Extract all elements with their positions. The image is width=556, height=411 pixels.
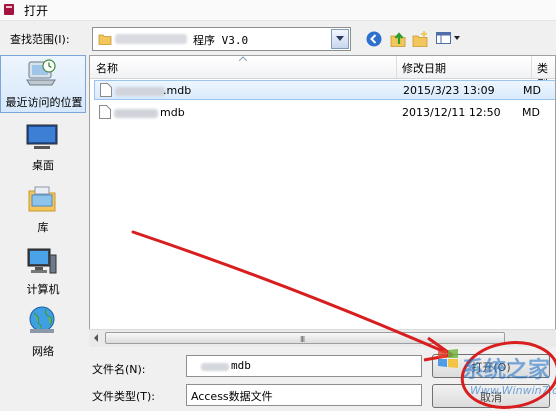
lookin-dropdown-button[interactable]	[331, 29, 349, 49]
file-name: mdb	[160, 106, 185, 119]
title-bar: 打开	[0, 0, 556, 21]
library-icon	[28, 186, 56, 212]
file-icon	[99, 105, 111, 119]
lookin-combobox[interactable]: 程序 V3.0	[92, 27, 351, 51]
place-computer[interactable]: 计算机	[0, 245, 86, 297]
lookin-path: 程序 V3.0	[193, 34, 249, 47]
place-label: 库	[37, 221, 49, 234]
file-date: 2015/3/23 13:09	[403, 84, 495, 97]
column-header-bar: 名称 修改日期 类型	[90, 56, 555, 91]
window-title: 打开	[24, 4, 49, 18]
folder-icon	[98, 34, 112, 45]
computer-icon	[27, 248, 57, 274]
filename-field[interactable]: mdb	[186, 355, 422, 377]
recent-places-icon	[26, 59, 56, 86]
file-icon	[100, 83, 112, 97]
network-icon	[29, 306, 55, 333]
access-app-icon	[4, 4, 14, 15]
place-recent[interactable]: 最近访问的位置	[0, 55, 86, 113]
path-redacted	[115, 34, 187, 44]
horizontal-scrollbar[interactable]: III	[89, 329, 556, 347]
filetype-select[interactable]: Access数据文件	[186, 384, 422, 406]
place-label: 桌面	[32, 159, 54, 172]
column-divider[interactable]	[531, 56, 532, 78]
file-name: .mdb	[163, 84, 192, 97]
filename-redacted	[114, 109, 158, 118]
filetype-label: 文件类型(T):	[92, 390, 156, 403]
file-list[interactable]: 名称 修改日期 类型 .mdb 2015/3/23 13:09 MD mdb 2…	[89, 55, 556, 341]
column-date[interactable]: 修改日期	[402, 60, 446, 76]
file-type: MD	[523, 84, 541, 97]
desktop-icon	[26, 124, 58, 149]
sort-ascending-icon	[239, 56, 247, 61]
filename-value: mdb	[231, 359, 251, 372]
place-label: 网络	[32, 345, 54, 358]
up-folder-icon[interactable]	[389, 30, 407, 48]
column-name[interactable]: 名称	[96, 60, 118, 76]
scroll-thumb[interactable]: III	[105, 332, 505, 344]
filetype-value: Access数据文件	[191, 390, 273, 403]
views-menu-icon[interactable]	[436, 31, 462, 45]
new-folder-icon[interactable]	[411, 30, 429, 48]
filename-redacted	[201, 363, 229, 371]
windows-logo-icon	[438, 349, 458, 368]
scroll-left-icon[interactable]	[91, 332, 101, 344]
filename-redacted	[115, 87, 165, 96]
lookin-label: 查找范围(I):	[10, 33, 70, 46]
file-row[interactable]: mdb 2013/12/11 12:50 MD	[94, 103, 555, 123]
chevron-down-icon	[336, 36, 344, 41]
watermark-text: 系统之家	[462, 357, 551, 383]
place-label: 最近访问的位置	[5, 96, 83, 109]
place-label: 计算机	[26, 283, 60, 296]
place-desktop[interactable]: 桌面	[0, 121, 86, 173]
filename-label: 文件名(N):	[92, 363, 146, 376]
file-type: MD	[522, 106, 540, 119]
column-divider[interactable]	[396, 56, 397, 78]
place-library[interactable]: 库	[0, 183, 86, 235]
back-arrow-icon[interactable]	[366, 31, 382, 47]
file-date: 2013/12/11 12:50	[402, 106, 501, 119]
place-network[interactable]: 网络	[0, 305, 86, 358]
watermark-url: Www.Winwin7.com	[470, 384, 556, 397]
scroll-grip: III	[300, 335, 305, 344]
places-bar: 最近访问的位置 桌面 库 计算机 网络	[0, 55, 88, 411]
file-row[interactable]: .mdb 2015/3/23 13:09 MD	[94, 80, 555, 100]
